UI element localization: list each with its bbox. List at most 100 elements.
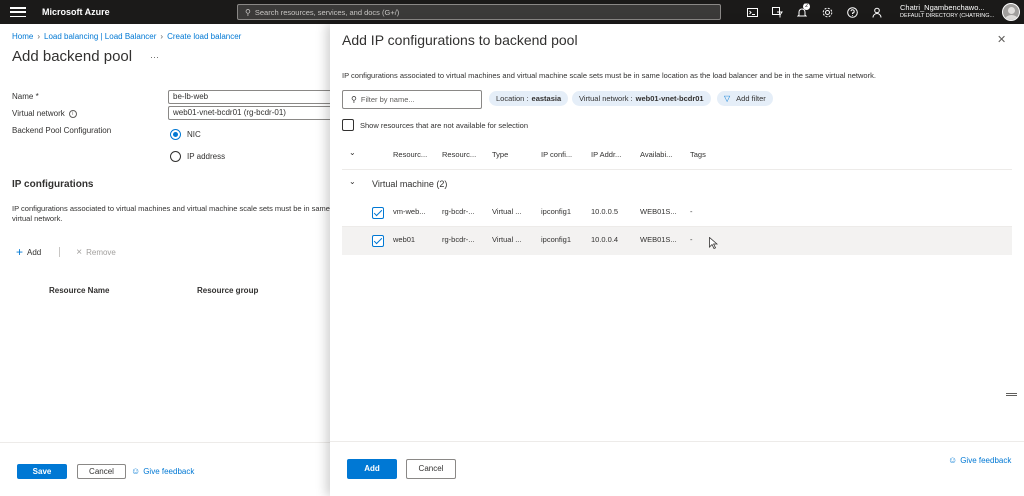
column-header-availability[interactable]: Availabi... [640, 150, 672, 159]
info-icon[interactable]: i [68, 109, 77, 118]
row-2-ip-address: 10.0.0.4 [591, 235, 619, 244]
checkbox-unchecked-icon [342, 119, 354, 131]
user-name: Chatri_Ngambenchawo... [900, 4, 985, 12]
search-icon: ⚲ [245, 7, 251, 17]
row-checkbox[interactable] [372, 235, 390, 247]
row-1-ip-address: 10.0.0.5 [591, 207, 619, 216]
breadcrumb-chevron-icon: › [37, 32, 41, 41]
group-chevron-down-icon[interactable]: ⌄ [349, 177, 356, 186]
user-account[interactable]: Chatri_Ngambenchawo... DEFAULT DIRECTORY… [900, 4, 1000, 20]
cancel-button[interactable]: Cancel [406, 459, 456, 479]
row-checkbox[interactable] [372, 207, 390, 219]
panel-description: IP configurations associated to virtual … [342, 71, 876, 80]
give-feedback-link[interactable]: ☺ Give feedback [948, 455, 1011, 465]
cancel-button[interactable]: Cancel [77, 464, 126, 479]
add-filter-label: Add filter [736, 94, 766, 103]
cloud-shell-icon[interactable] [744, 4, 760, 20]
add-button[interactable]: Add [347, 459, 397, 479]
remove-button[interactable]: × Remove [76, 247, 116, 258]
feedback-icon[interactable] [869, 4, 885, 20]
search-placeholder: Search resources, services, and docs (G+… [254, 7, 400, 17]
page-title: Add backend pool [12, 48, 133, 65]
scrollbar-handle-icon[interactable] [1006, 393, 1017, 396]
panel-footer-divider [330, 441, 1024, 442]
filter-funnel-icon: ▽ [724, 94, 731, 103]
save-button[interactable]: Save [17, 464, 67, 479]
vnet-filter-pill[interactable]: Virtual network : web01-vnet-bcdr01 [572, 91, 711, 106]
give-feedback-label: Give feedback [960, 455, 1012, 465]
column-header-resource-name[interactable]: Resource Name [49, 286, 109, 295]
row-2-availability: WEB01S... [640, 235, 677, 244]
notifications-bell-icon[interactable]: 2 [794, 3, 810, 20]
radio-nic-label: NIC [187, 130, 201, 139]
hamburger-menu-icon[interactable] [10, 7, 26, 17]
panel-title: Add IP configurations to backend pool [342, 32, 578, 48]
column-header-ip-config[interactable]: IP confi... [541, 150, 572, 159]
ip-configurations-description: IP configurations associated to virtual … [12, 204, 330, 223]
radio-selected-icon [170, 129, 181, 140]
notification-badge: 2 [803, 3, 810, 10]
avatar[interactable] [1002, 3, 1020, 21]
radio-ip-address[interactable]: IP address [170, 151, 225, 162]
search-icon: ⚲ [351, 95, 357, 104]
global-search-input[interactable]: ⚲ Search resources, services, and docs (… [237, 4, 721, 20]
grid-header-divider [342, 169, 1012, 170]
breadcrumb: Home › Load balancing | Load Balancer › Crea… [12, 32, 241, 41]
name-input[interactable]: be-lb-web [168, 90, 333, 104]
give-feedback-link[interactable]: ☺ Give feedback [131, 466, 194, 476]
vnet-input[interactable]: web01-vnet-bcdr01 (rg-bcdr-01) [168, 106, 333, 120]
pool-config-label: Backend Pool Configuration [12, 126, 112, 135]
remove-button-label: Remove [86, 247, 116, 257]
toolbar-divider [59, 247, 61, 257]
filter-placeholder: Filter by name... [360, 95, 415, 104]
add-filter-button[interactable]: ▽ Add filter [717, 91, 773, 106]
show-unavailable-checkbox[interactable]: Show resources that are not available fo… [342, 119, 528, 131]
vnet-filter-label: Virtual network : [579, 94, 633, 103]
directory-filter-icon[interactable] [769, 4, 785, 20]
row-2-resource-name: web01 [393, 235, 416, 244]
row-2-resource-group: rg-bcdr-... [442, 235, 475, 244]
column-header-tags[interactable]: Tags [690, 150, 706, 159]
name-label: Name * [12, 92, 39, 101]
row-1-resource-group: rg-bcdr-... [442, 207, 475, 216]
more-options-icon[interactable]: ··· [150, 52, 159, 62]
top-bar: Microsoft Azure ⚲ Search resources, serv… [0, 0, 1024, 24]
radio-ip-label: IP address [187, 152, 226, 161]
radio-nic[interactable]: NIC [170, 129, 201, 140]
feedback-person-icon: ☺ [948, 455, 958, 465]
brand-title[interactable]: Microsoft Azure [42, 7, 110, 17]
column-header-ip-address[interactable]: IP Addr... [591, 150, 621, 159]
help-icon[interactable] [844, 4, 860, 20]
add-button[interactable]: + Add [16, 245, 41, 259]
row-2-ip-config: ipconfig1 [541, 235, 572, 244]
breadcrumb-load-balancing[interactable]: Load balancing | Load Balancer [44, 32, 156, 41]
column-header-resource-group[interactable]: Resource group [197, 286, 258, 295]
row-1-tags: - [690, 207, 693, 216]
checkbox-checked-icon [372, 207, 384, 219]
breadcrumb-create-load-balancer[interactable]: Create load balancer [167, 32, 241, 41]
radio-unselected-icon [170, 151, 181, 162]
give-feedback-label: Give feedback [143, 466, 195, 476]
filter-by-name-input[interactable]: ⚲ Filter by name... [342, 90, 482, 109]
close-icon[interactable]: ✕ [997, 33, 1006, 46]
column-header-type[interactable]: Type [492, 150, 508, 159]
expand-all-chevron-icon[interactable]: ⌄ [349, 148, 356, 157]
vnet-label: Virtual network [12, 109, 65, 118]
vnet-filter-value: web01-vnet-bcdr01 [635, 94, 704, 103]
row-1-type: Virtual ... [492, 207, 522, 216]
ip-configurations-heading: IP configurations [12, 179, 94, 190]
settings-gear-icon[interactable] [819, 4, 835, 20]
close-icon: × [76, 246, 83, 258]
plus-icon: + [16, 245, 24, 259]
group-header-virtual-machine[interactable]: Virtual machine (2) [372, 179, 447, 189]
checkbox-checked-icon [372, 235, 384, 247]
location-filter-pill[interactable]: Location : eastasia [489, 91, 569, 106]
breadcrumb-home[interactable]: Home [12, 32, 33, 41]
add-backend-pool-blade: Home › Load balancing | Load Balancer › Crea… [0, 24, 333, 496]
vnet-label-group: Virtual network i [12, 109, 77, 118]
row-2-type: Virtual ... [492, 235, 522, 244]
column-header-resource-group[interactable]: Resourc... [442, 150, 476, 159]
add-ip-configurations-panel: Add IP configurations to backend pool ✕ … [330, 24, 1024, 496]
column-header-resource-name[interactable]: Resourc... [393, 150, 427, 159]
mouse-cursor-icon [709, 237, 718, 249]
